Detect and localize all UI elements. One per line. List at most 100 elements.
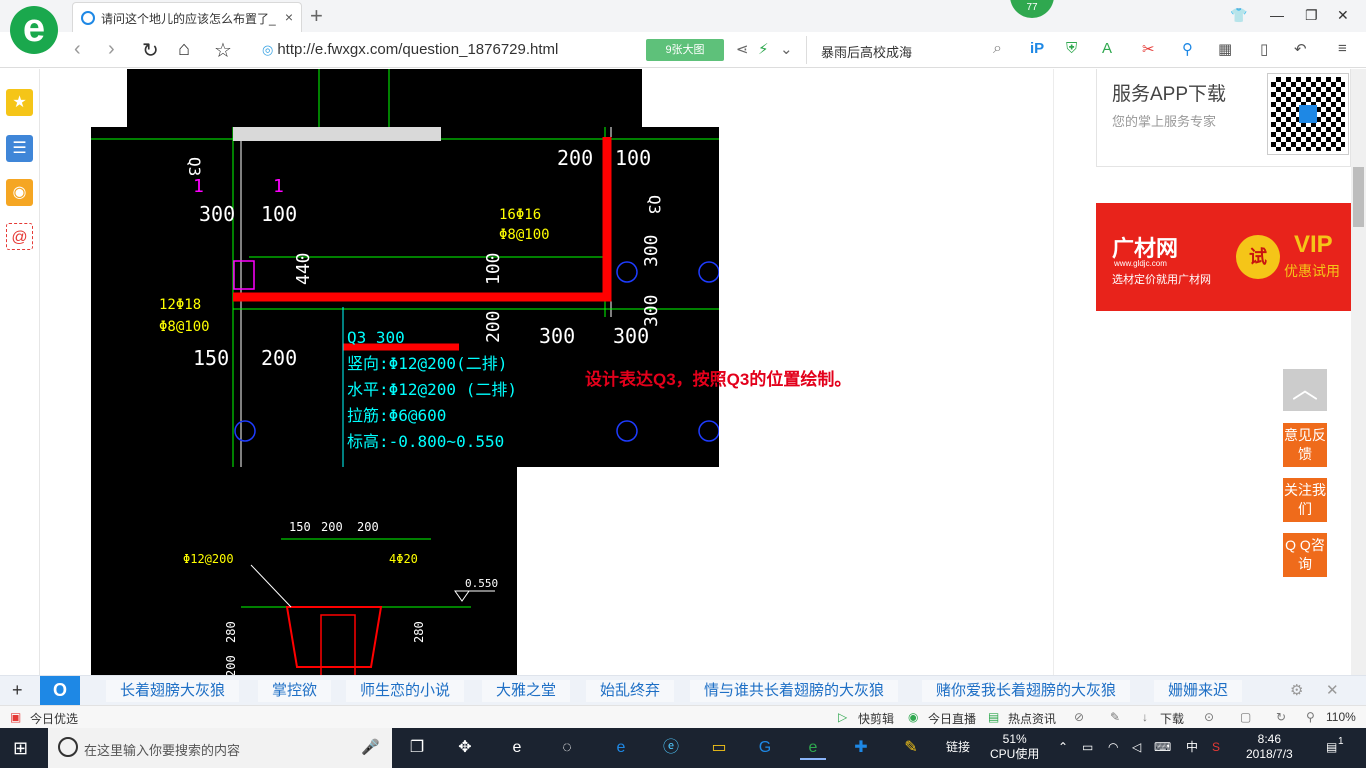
app-download-desc: 您的掌上服务专家 [1112,114,1217,129]
close-hotbar-icon[interactable]: ✕ [1326,681,1339,699]
browser-logo-icon[interactable]: e [10,6,58,54]
weibo-icon[interactable]: ◉ [6,179,33,206]
taskbar-search[interactable]: 在这里输入你要搜索的内容 🎤 [48,728,392,768]
favorites-star-icon[interactable]: ★ [6,89,33,116]
window-icon[interactable]: ▢ [1240,710,1251,724]
notification-badge[interactable]: 77 [1010,0,1054,18]
q3-spec-line-2: 竖向:Φ12@200(二排) [347,354,507,373]
image-view-button[interactable]: 9张大图 [646,39,724,61]
section-elevation: 0.550 [465,577,498,590]
home-icon[interactable]: ⌂ [178,38,190,61]
ie-browser-icon[interactable]: e [504,736,530,760]
daily-pick-label[interactable]: 今日优选 [30,710,78,727]
notes-icon[interactable]: ✎ [898,736,924,760]
tab-close-icon[interactable]: × [285,9,293,25]
pinwheel-icon[interactable]: ✥ [452,736,478,760]
reading-list-icon[interactable]: ☰ [6,135,33,162]
tray-chevron-icon[interactable]: ⌃ [1058,740,1068,755]
zoom-level[interactable]: 110% [1326,710,1356,724]
sogou-icon[interactable]: S [1212,740,1220,755]
email-icon[interactable]: @ [6,223,33,250]
menu-icon[interactable]: ≡ [1338,40,1347,57]
follow-button[interactable]: 关注我们 [1283,478,1327,522]
keyboard-icon[interactable]: ⌨ [1154,740,1171,755]
microphone-icon[interactable]: 🎤 [361,738,380,756]
browser-icon[interactable]: ⊙ [1204,710,1214,724]
app-plus-icon[interactable]: ✚ [848,736,874,760]
skin-icon[interactable]: 👕 [1230,7,1247,24]
file-explorer-icon[interactable]: ▭ [706,736,732,760]
restore-icon[interactable]: ❐ [1305,7,1318,24]
tablet-icon[interactable]: ▯ [1260,40,1268,58]
magnifier-icon[interactable]: ⚲ [1182,40,1193,58]
forward-icon[interactable]: › [108,38,115,61]
section-dim-200a: 200 [321,520,343,534]
undo-icon[interactable]: ↶ [1294,40,1307,58]
new-tab-button[interactable]: + [310,3,323,29]
hotword-item[interactable]: 大雅之堂 [482,680,571,702]
link-label[interactable]: 链接 [946,740,970,755]
speed-icon[interactable]: ⊘ [1074,710,1084,724]
qq-consult-button[interactable]: Q Q咨询 [1283,533,1327,577]
back-icon[interactable]: ‹ [74,38,81,61]
news-label[interactable]: 热点资讯 [1008,710,1056,727]
hotword-item[interactable]: 赌你爱我长着翅膀的大灰狼 [922,680,1131,702]
cad-drawing-section[interactable]: 150 200 200 280 200 280 Φ12@200 4Φ20 0.5… [91,467,517,675]
app-download-box[interactable]: 服务APP下载 您的掌上服务专家 [1096,69,1351,167]
tools-icon[interactable]: ✎ [1110,710,1120,724]
cad-drawing-plan[interactable]: 200 100 300 100 Q3 1 1 Q3 16Φ16 Φ8@100 1… [91,127,720,467]
quick-clip-label[interactable]: 快剪辑 [858,710,894,727]
hotword-item[interactable]: 姗姗来迟 [1154,680,1243,702]
ip-icon[interactable]: iP [1030,40,1044,57]
section-rebar-2: 4Φ20 [389,552,418,566]
favorite-star-icon[interactable]: ☆ [214,38,232,63]
notification-icon[interactable]: ▤ [1326,740,1337,755]
shield-money-icon[interactable]: ⛨ [1066,40,1077,57]
feedback-button[interactable]: 意见反馈 [1283,423,1327,467]
scroll-to-top-button[interactable]: ︿ [1283,369,1327,411]
download-label[interactable]: 下载 [1160,710,1184,727]
add-icon[interactable]: + [12,680,23,701]
hotword-item[interactable]: 始乱终弃 [586,680,675,702]
windows-start-icon[interactable]: ⊞ [13,738,28,759]
live-label[interactable]: 今日直播 [928,710,976,727]
ime-indicator[interactable]: 中 [1186,740,1198,755]
title-bar: e 请问这个地儿的应该怎么布置了_ × + 77 👕 — ❐ ✕ [0,0,1366,54]
360-browser-icon[interactable]: ◌ [554,736,580,760]
browser-tab[interactable]: 请问这个地儿的应该怎么布置了_ × [72,2,302,32]
hotword-item[interactable]: 掌控欲 [258,680,332,702]
so-search-icon[interactable]: O [40,676,80,705]
vertical-scrollbar[interactable] [1351,69,1366,675]
app-g-icon[interactable]: G [752,736,778,760]
chevron-down-icon[interactable]: ⌄ [780,40,793,58]
scrollbar-thumb[interactable] [1353,167,1364,227]
windows-taskbar: ⊞ 在这里输入你要搜索的内容 🎤 ❐ ✥ e ◌ e ⓔ ▭ G e ✚ ✎ 链… [0,728,1366,768]
cpu-usage[interactable]: 51% CPU使用 [990,732,1039,762]
url-field[interactable]: ◎ http://e.fwxgx.com/question_1876729.htm… [262,41,558,58]
hotword-item[interactable]: 情与谁共长着翅膀的大灰狼 [690,680,899,702]
wifi-icon[interactable]: ◠ [1108,740,1118,755]
close-window-icon[interactable]: ✕ [1337,7,1349,24]
minimize-icon[interactable]: — [1270,7,1284,23]
search-icon[interactable]: ⌕ [993,40,1002,58]
clock[interactable]: 8:46 2018/7/3 [1246,732,1293,762]
translate-icon[interactable]: A [1102,40,1112,57]
edge-icon[interactable]: e [608,736,634,760]
ad-banner[interactable]: 广材网 www.gldjc.com 选材定价就用广材网 试 VIP 优惠试用 [1096,203,1351,311]
settings-gear-icon[interactable]: ⚙ [1290,681,1303,699]
2345-browser-icon[interactable]: e [800,736,826,760]
apps-grid-icon[interactable]: ▦ [1218,40,1232,58]
ie-icon[interactable]: ⓔ [658,736,684,760]
share-icon[interactable]: ⋖ [736,40,749,58]
volume-icon[interactable]: ◁ [1132,740,1141,755]
task-view-icon[interactable]: ❐ [404,736,430,760]
refresh-icon[interactable]: ↻ [142,38,159,63]
scissors-icon[interactable]: ✂ [1142,40,1155,58]
refresh-small-icon[interactable]: ↻ [1276,710,1286,724]
dim-mid-200: 200 [483,310,504,343]
hotword-item[interactable]: 长着翅膀大灰狼 [106,680,240,702]
battery-icon[interactable]: ▭ [1082,740,1093,755]
lightning-icon[interactable]: ⚡ [758,40,769,58]
search-box[interactable]: 暴雨后高校成海 ⌕ [806,36,1010,64]
hotword-item[interactable]: 师生恋的小说 [346,680,465,702]
